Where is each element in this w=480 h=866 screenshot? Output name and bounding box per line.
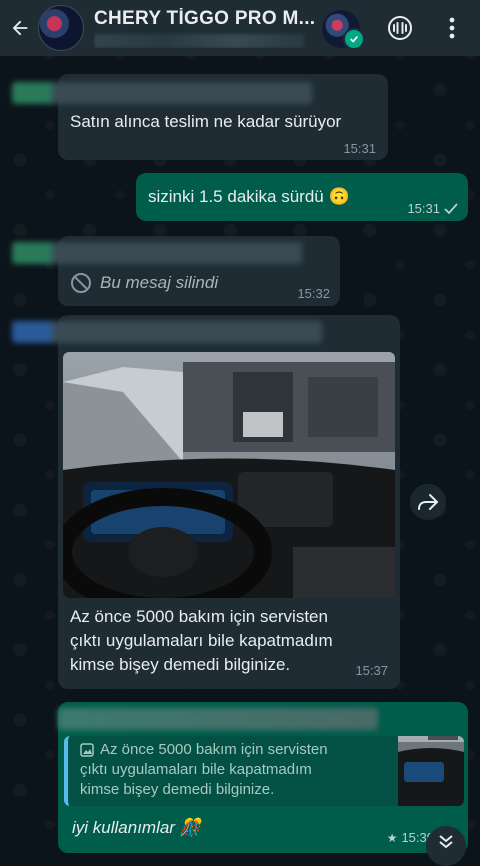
star-icon: ★ — [386, 830, 398, 845]
message-time: 15:32 — [297, 286, 330, 301]
deleted-text: Bu mesaj silindi — [100, 273, 219, 292]
message-time: 15:31 — [407, 201, 458, 216]
chat-header: CHERY TİGGO PRO M... — [0, 0, 480, 56]
message-image[interactable]: Az önce 5000 bakım için servisten çıktı … — [12, 315, 400, 689]
sender-name-redacted — [12, 82, 312, 104]
message-time: 15:31 — [343, 141, 376, 156]
quote-line-1: Az önce 5000 bakım için servisten — [80, 740, 328, 760]
car-interior-photo[interactable] — [63, 352, 395, 598]
forward-button[interactable] — [410, 484, 446, 520]
thumbnail-image — [398, 736, 464, 806]
chat-subtitle-redacted — [94, 34, 304, 48]
message-deleted[interactable]: Bu mesaj silindi 15:32 — [12, 236, 340, 306]
caption-line-3: kimse bişey demedi bilginize. — [70, 655, 291, 674]
group-avatar[interactable] — [38, 5, 84, 51]
caption-line-1: Az önce 5000 bakım için servisten — [70, 607, 328, 626]
quoted-message[interactable]: Az önce 5000 bakım için servisten çıktı … — [64, 736, 464, 806]
quote-line-3: kimse bişey demedi bilginize. — [80, 781, 275, 798]
scroll-to-bottom-button[interactable] — [426, 826, 466, 866]
message-time-text: 15:31 — [407, 201, 440, 216]
message-text: Satın alınca teslim ne kadar sürüyor — [70, 112, 342, 131]
check-badge-icon — [343, 28, 365, 50]
forward-icon — [418, 494, 439, 510]
voice-chat-button[interactable] — [384, 12, 416, 44]
photo-image — [63, 352, 395, 598]
quote-thumbnail — [398, 736, 464, 806]
quote-line-1-text: Az önce 5000 bakım için servisten — [100, 741, 328, 758]
chat-title: CHERY TİGGO PRO M... — [94, 8, 314, 29]
message-outgoing[interactable]: sizinki 1.5 dakika sürdü 🙃 15:31 — [136, 173, 468, 221]
message-time: 15:37 — [355, 663, 388, 678]
sender-name-redacted — [12, 321, 322, 343]
photo-icon — [80, 743, 94, 757]
menu-button[interactable] — [436, 12, 468, 44]
caption-line-2: çıktı uygulamaları bile kapatmadım — [70, 631, 333, 650]
message-text: sizinki 1.5 dakika sürdü 🙃 — [148, 187, 350, 206]
sender-name-redacted — [58, 708, 378, 730]
quote-text: Az önce 5000 bakım için servisten çıktı … — [80, 740, 328, 800]
more-vertical-icon — [449, 17, 455, 39]
deleted-row: Bu mesaj silindi — [70, 272, 218, 294]
audio-wave-icon — [388, 16, 412, 40]
image-caption: Az önce 5000 bakım için servisten çıktı … — [70, 605, 333, 677]
message-text: iyi kullanımlar 🎊 — [72, 818, 201, 837]
blocked-icon — [71, 273, 91, 293]
message-outgoing-reply[interactable]: Az önce 5000 bakım için servisten çıktı … — [58, 702, 468, 853]
quote-line-2: çıktı uygulamaları bile kapatmadım — [80, 761, 312, 778]
single-check-icon — [444, 202, 458, 214]
sender-name-redacted — [12, 242, 302, 264]
double-chevron-down-icon — [439, 835, 453, 849]
back-button[interactable] — [4, 0, 36, 56]
header-info[interactable]: CHERY TİGGO PRO M... — [94, 8, 314, 48]
message-incoming[interactable]: Satın alınca teslim ne kadar sürüyor 15:… — [12, 74, 388, 160]
arrow-left-icon — [12, 20, 28, 36]
